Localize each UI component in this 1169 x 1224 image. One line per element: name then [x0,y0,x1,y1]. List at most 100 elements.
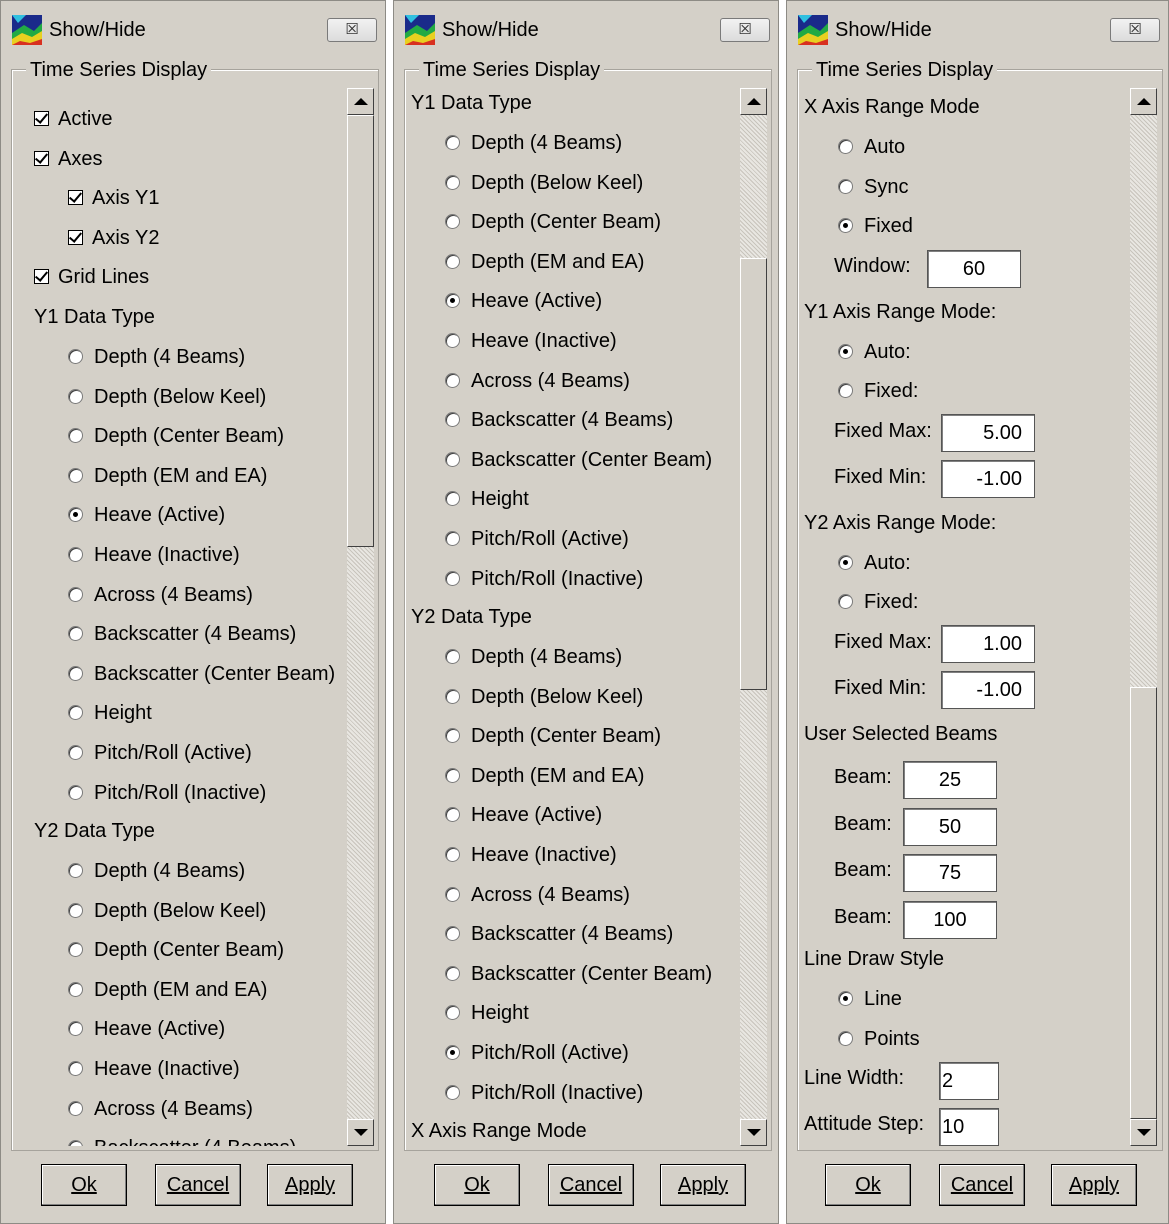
radio-circle[interactable] [68,705,83,721]
heave-active-radio[interactable]: Heave (Active) [68,500,225,530]
checkbox-box[interactable] [34,151,49,166]
radio-circle[interactable] [445,174,460,190]
across-4-beams-radio[interactable]: Across (4 Beams) [445,366,630,396]
radio-circle[interactable] [445,767,460,783]
checkbox-box[interactable] [68,230,83,245]
sync-radio[interactable]: Sync [838,172,908,202]
scroll-up-button[interactable] [347,88,374,115]
checkbox-box[interactable] [34,269,49,284]
radio-circle[interactable] [838,594,853,609]
depth-center-beam-radio[interactable]: Depth (Center Beam) [68,421,284,451]
beam-field[interactable]: 75 [903,854,997,892]
radio-circle[interactable] [445,491,460,507]
radio-circle[interactable] [445,253,460,269]
beam-field[interactable]: 100 [903,900,997,939]
radio-circle[interactable] [68,902,83,918]
y1-fixed-radio[interactable]: Fixed: [838,376,918,406]
radio-circle[interactable] [68,428,83,444]
radio-circle[interactable] [68,547,83,562]
height-radio[interactable]: Height [445,484,529,514]
radio-circle[interactable] [445,570,460,586]
radio-circle[interactable] [445,965,460,981]
depth-4-beams-radio[interactable]: Depth (4 Beams) [68,856,245,886]
radio-circle[interactable] [68,1021,83,1037]
radio-circle[interactable] [68,626,83,642]
backscatter-4-beams-radio[interactable]: Backscatter (4 Beams) [445,919,673,949]
pitch-roll-active-radio[interactable]: Pitch/Roll (Active) [68,738,252,768]
depth-below-keel-radio[interactable]: Depth (Below Keel) [68,382,266,412]
heave-active-radio[interactable]: Heave (Active) [68,1014,225,1044]
apply-button[interactable]: Apply [267,1164,353,1206]
depth-4-beams-radio[interactable]: Depth (4 Beams) [445,128,622,158]
axis-y1-checkbox[interactable]: Axis Y1 [68,183,159,213]
cancel-button[interactable]: Cancel [548,1164,634,1206]
radio-circle[interactable] [68,349,83,364]
depth-center-beam-radio[interactable]: Depth (Center Beam) [445,721,661,751]
scroll-down-button[interactable] [1130,1119,1157,1146]
radio-circle[interactable] [68,863,83,878]
radio-circle[interactable] [68,745,83,760]
heave-active-radio[interactable]: Heave (Active) [445,800,602,830]
radio-circle[interactable] [68,942,83,958]
radio-circle[interactable] [838,383,853,398]
radio-circle[interactable] [445,333,460,348]
auto-radio[interactable]: Auto [838,132,905,162]
scroll-thumb[interactable] [1130,687,1157,1119]
close-button[interactable]: ☒ [327,18,377,42]
radio-circle[interactable] [68,586,83,602]
backscatter-4-beams-radio[interactable]: Backscatter (4 Beams) [68,619,296,649]
close-button[interactable]: ☒ [1110,18,1160,42]
scroll-up-button[interactable] [1130,88,1157,115]
pitch-roll-inactive-radio[interactable]: Pitch/Roll (Inactive) [68,778,266,808]
grid-lines-checkbox[interactable]: Grid Lines [34,262,149,292]
pitch-roll-active-radio[interactable]: Pitch/Roll (Active) [445,1038,629,1068]
y2-fixed-min-field[interactable]: -1.00 [941,671,1035,709]
title-bar[interactable]: Show/Hide ☒ [787,1,1168,57]
depth-4-beams-radio[interactable]: Depth (4 Beams) [68,342,245,372]
radio-circle[interactable] [445,451,460,467]
heave-inactive-radio[interactable]: Heave (Inactive) [68,540,240,570]
fixed-radio[interactable]: Fixed [838,211,913,241]
depth-below-keel-radio[interactable]: Depth (Below Keel) [445,682,643,712]
across-4-beams-radio[interactable]: Across (4 Beams) [68,1094,253,1124]
y2-fixed-max-field[interactable]: 1.00 [941,625,1035,663]
vertical-scrollbar[interactable] [347,88,374,1146]
radio-circle[interactable] [838,555,853,570]
radio-circle[interactable] [838,991,853,1006]
vertical-scrollbar[interactable] [740,88,767,1146]
radio-circle[interactable] [838,178,853,194]
radio-circle[interactable] [445,649,460,664]
backscatter-center-beam-radio[interactable]: Backscatter (Center Beam) [68,659,335,689]
radio-circle[interactable] [68,1061,83,1076]
y1-fixed-min-field[interactable]: -1.00 [941,460,1035,498]
depth-below-keel-radio[interactable]: Depth (Below Keel) [445,168,643,198]
beam-field[interactable]: 50 [903,807,997,846]
apply-button[interactable]: Apply [660,1164,746,1206]
across-4-beams-radio[interactable]: Across (4 Beams) [445,880,630,910]
backscatter-4-beams-radio[interactable]: Backscatter (4 Beams) [68,1133,296,1146]
heave-inactive-radio[interactable]: Heave (Inactive) [68,1054,240,1084]
scroll-thumb[interactable] [347,115,374,547]
radio-circle[interactable] [68,507,83,523]
radio-circle[interactable] [445,807,460,823]
scroll-thumb[interactable] [740,258,767,690]
height-radio[interactable]: Height [68,698,152,728]
apply-button[interactable]: Apply [1051,1164,1137,1206]
window-field[interactable]: 60 [927,250,1021,288]
axes-checkbox[interactable]: Axes [34,144,102,174]
radio-circle[interactable] [68,665,83,681]
pitch-roll-inactive-radio[interactable]: Pitch/Roll (Inactive) [445,564,643,594]
radio-circle[interactable] [445,886,460,902]
depth-em-and-ea-radio[interactable]: Depth (EM and EA) [445,761,644,791]
cancel-button[interactable]: Cancel [155,1164,241,1206]
backscatter-4-beams-radio[interactable]: Backscatter (4 Beams) [445,405,673,435]
radio-circle[interactable] [68,1140,83,1146]
active-checkbox[interactable]: Active [34,104,112,134]
y1-auto-radio[interactable]: Auto: [838,337,911,367]
line-width-field[interactable]: 2 [939,1062,999,1100]
radio-circle[interactable] [445,1045,460,1060]
radio-circle[interactable] [838,1030,853,1046]
points-radio[interactable]: Points [838,1024,920,1054]
scroll-down-button[interactable] [347,1119,374,1146]
height-radio[interactable]: Height [445,998,529,1028]
